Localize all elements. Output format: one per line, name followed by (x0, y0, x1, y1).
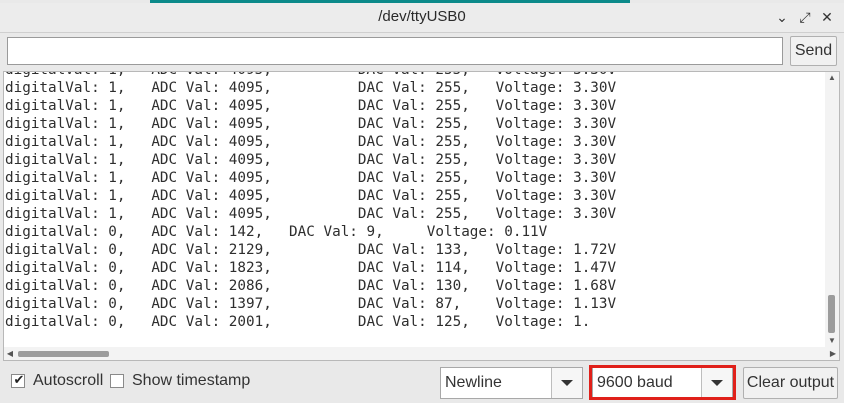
chevron-down-icon (561, 380, 573, 386)
scroll-left-icon[interactable]: ◀ (4, 347, 16, 360)
output-line: digitalVal: 0, ADC Val: 1823, DAC Val: 1… (5, 260, 617, 276)
close-icon[interactable]: ✕ (817, 7, 837, 27)
vertical-scroll-thumb[interactable] (828, 295, 835, 333)
horizontal-scroll-thumb[interactable] (18, 351, 109, 357)
output-line: digitalVal: 0, ADC Val: 2001, DAC Val: 1… (5, 314, 591, 330)
output-line: digitalVal: 0, ADC Val: 2129, DAC Val: 1… (5, 242, 617, 258)
output-line: digitalVal: 0, ADC Val: 142, DAC Val: 9,… (5, 224, 548, 240)
output-line: digitalVal: 1, ADC Val: 4095, DAC Val: 2… (5, 206, 617, 222)
show-timestamp-checkbox[interactable] (110, 374, 124, 388)
serial-output[interactable]: digitalVal: 1, ADC Val: 4095, DAC Val: 2… (3, 71, 840, 361)
send-button[interactable]: Send (790, 36, 837, 66)
scroll-up-icon[interactable]: ▲ (825, 72, 839, 84)
output-line: digitalVal: 1, ADC Val: 4095, DAC Val: 2… (5, 170, 617, 186)
output-line: digitalVal: 1, ADC Val: 4095, DAC Val: 2… (5, 152, 617, 168)
window-title: /dev/ttyUSB0 (378, 8, 466, 25)
send-input[interactable] (7, 37, 783, 65)
checkmark-icon: ✔ (13, 372, 25, 387)
baud-highlight-box (589, 365, 736, 400)
output-line: digitalVal: 1, ADC Val: 4095, DAC Val: 2… (5, 188, 617, 204)
autoscroll-checkbox[interactable]: ✔ (11, 372, 25, 388)
vertical-scrollbar[interactable]: ▲ ▼ (825, 72, 839, 347)
title-bar: /dev/ttyUSB0 ⌄ ⤢ ✕ (0, 3, 844, 33)
output-lines: digitalVal: 1, ADC Val: 4095, DAC Val: 2… (5, 72, 617, 331)
scroll-down-icon[interactable]: ▼ (825, 335, 839, 347)
output-line: digitalVal: 1, ADC Val: 4095, DAC Val: 2… (5, 116, 617, 132)
output-line: digitalVal: 1, ADC Val: 4095, DAC Val: 2… (5, 80, 617, 96)
output-line: digitalVal: 1, ADC Val: 4095, DAC Val: 2… (5, 134, 617, 150)
output-line: digitalVal: 0, ADC Val: 2086, DAC Val: 1… (5, 278, 617, 294)
output-line: digitalVal: 1, ADC Val: 4095, DAC Val: 2… (5, 98, 617, 114)
output-line: digitalVal: 0, ADC Val: 1397, DAC Val: 8… (5, 296, 617, 312)
line-ending-dropdown-button[interactable] (551, 368, 582, 398)
clear-output-button[interactable]: Clear output (743, 367, 838, 399)
horizontal-scrollbar[interactable]: ◀ ▶ (4, 347, 839, 360)
autoscroll-label: Autoscroll (33, 372, 104, 389)
collapse-icon[interactable]: ⌄ (772, 7, 792, 27)
line-ending-select[interactable]: Newline (440, 367, 583, 399)
show-timestamp-label: Show timestamp (132, 372, 251, 389)
output-line: digitalVal: 1, ADC Val: 4095, DAC Val: 2… (5, 72, 616, 79)
line-ending-value: Newline (445, 374, 502, 391)
scroll-right-icon[interactable]: ▶ (827, 347, 839, 360)
maximize-icon[interactable]: ⤢ (795, 7, 815, 27)
